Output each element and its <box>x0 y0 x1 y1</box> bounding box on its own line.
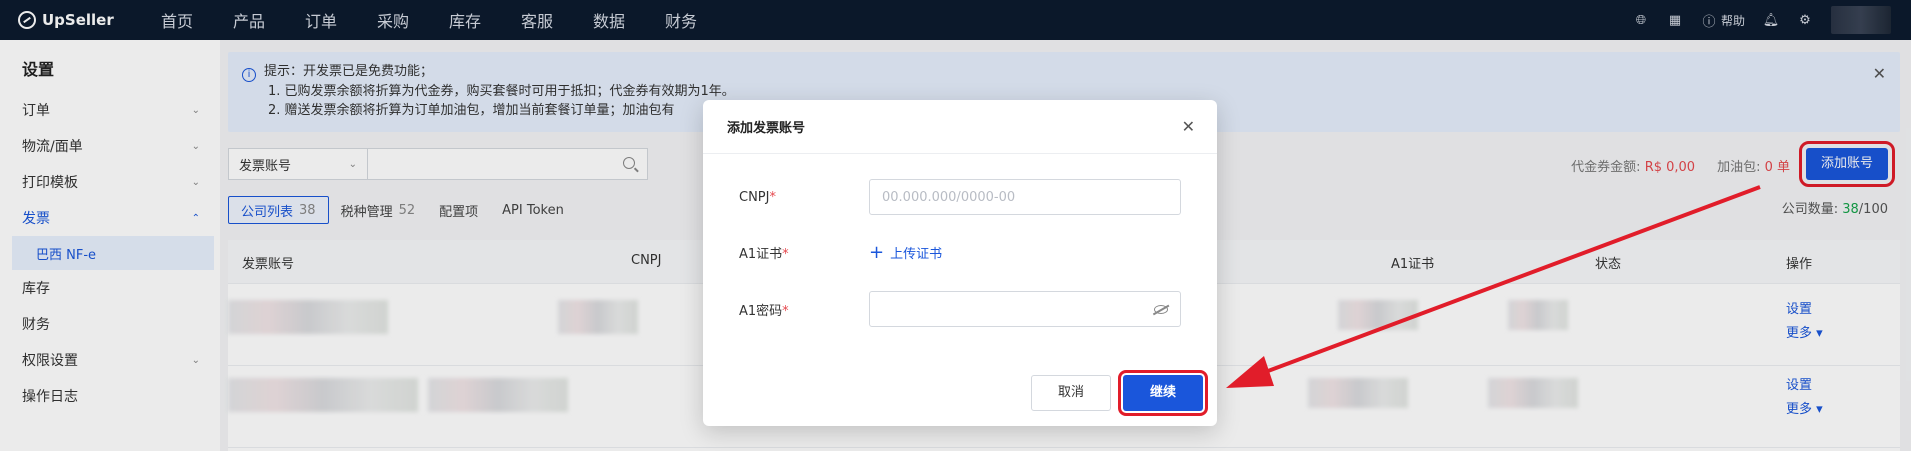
dialog-header: 添加发票账号 ✕ <box>703 100 1217 154</box>
required-mark: * <box>782 246 789 262</box>
cnpj-placeholder: 00.000.000/0000-00 <box>882 189 1016 205</box>
close-icon[interactable]: ✕ <box>1182 117 1195 136</box>
required-mark: * <box>782 303 789 319</box>
upload-label: 上传证书 <box>890 246 943 262</box>
cnpj-input[interactable]: 00.000.000/0000-00 <box>869 179 1181 215</box>
password-label-text: A1密码 <box>739 303 783 319</box>
password-input[interactable] <box>869 291 1181 327</box>
cnpj-label: CNPJ* <box>739 190 869 205</box>
cert-row: A1证书* + 上传证书 <box>739 234 942 270</box>
dialog-title: 添加发票账号 <box>727 121 806 136</box>
required-mark: * <box>769 189 776 205</box>
cert-label: A1证书* <box>739 243 869 262</box>
cert-label-text: A1证书 <box>739 246 783 262</box>
continue-button[interactable]: 继续 <box>1118 370 1208 416</box>
plus-icon: + <box>869 241 885 263</box>
cnpj-row: CNPJ* 00.000.000/0000-00 <box>739 179 1181 215</box>
password-label: A1密码* <box>739 300 869 319</box>
cancel-button[interactable]: 取消 <box>1031 375 1111 411</box>
add-invoice-account-dialog: 添加发票账号 ✕ CNPJ* 00.000.000/0000-00 A1证书* … <box>703 100 1217 426</box>
password-row: A1密码* <box>739 291 1181 327</box>
upload-cert-button[interactable]: + 上传证书 <box>869 242 942 263</box>
cnpj-label-text: CNPJ <box>739 189 770 205</box>
eye-off-icon[interactable] <box>1154 304 1168 314</box>
